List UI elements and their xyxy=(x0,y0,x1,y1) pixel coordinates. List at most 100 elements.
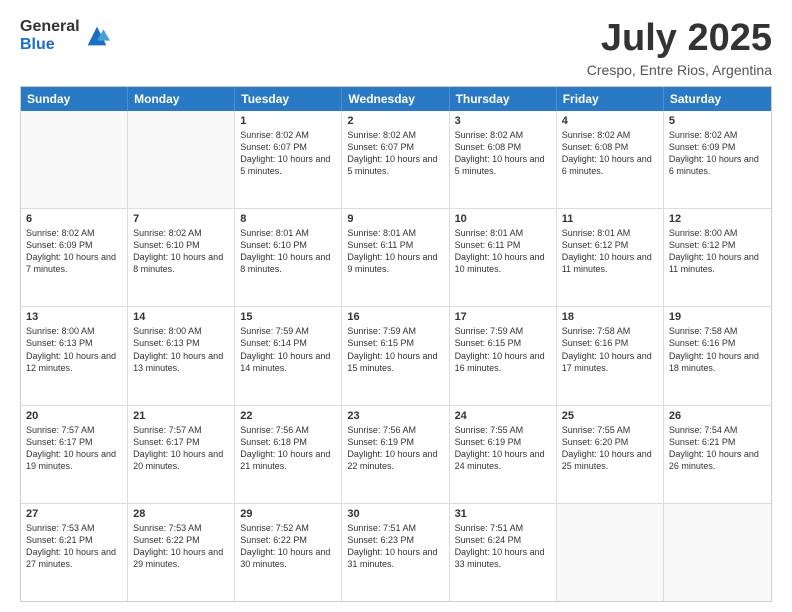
day-number-31: 31 xyxy=(455,508,551,520)
cell-3: 3Sunrise: 8:02 AM Sunset: 6:08 PM Daylig… xyxy=(450,111,557,208)
day-info-18: Sunrise: 7:58 AM Sunset: 6:16 PM Dayligh… xyxy=(562,325,658,374)
day-info-25: Sunrise: 7:55 AM Sunset: 6:20 PM Dayligh… xyxy=(562,424,658,473)
day-info-17: Sunrise: 7:59 AM Sunset: 6:15 PM Dayligh… xyxy=(455,325,551,374)
day-number-25: 25 xyxy=(562,410,658,422)
calendar-header: Sunday Monday Tuesday Wednesday Thursday… xyxy=(21,87,771,111)
day-info-23: Sunrise: 7:56 AM Sunset: 6:19 PM Dayligh… xyxy=(347,424,443,473)
cell-4: 4 Sunrise: 8:02 AM Sunset: 6:08 PM Daylig… xyxy=(557,111,664,208)
cell-30: 30 Sunrise: 7:51 AM Sunset: 6:23 PM Dayli… xyxy=(342,504,449,601)
page: General Blue July 2025 Crespo, Entre Rio… xyxy=(0,0,792,612)
day-number-21: 21 xyxy=(133,410,229,422)
logo-icon xyxy=(83,22,111,50)
day-info-31: Sunrise: 7:51 AM Sunset: 6:24 PM Dayligh… xyxy=(455,522,551,571)
calendar-row-0: 1 Sunrise: 8:02 AM Sunset: 6:07 PM Daylig… xyxy=(21,111,771,208)
day-number-4: 4 xyxy=(562,115,658,127)
day-info-10: Sunrise: 8:01 AM Sunset: 6:11 PM Dayligh… xyxy=(455,227,551,276)
day-number-20: 20 xyxy=(26,410,122,422)
location: Crespo, Entre Rios, Argentina xyxy=(587,62,772,78)
cell-20: 20 Sunrise: 7:57 AM Sunset: 6:17 PM Dayli… xyxy=(21,406,128,503)
day-number-27: 27 xyxy=(26,508,122,520)
title-block: July 2025 Crespo, Entre Rios, Argentina xyxy=(587,18,772,78)
header-monday: Monday xyxy=(128,87,235,111)
day-number-10: 10 xyxy=(455,213,551,225)
cell-23: 23 Sunrise: 7:56 AM Sunset: 6:19 PM Dayli… xyxy=(342,406,449,503)
month-year: July 2025 xyxy=(587,18,772,60)
header-tuesday: Tuesday xyxy=(235,87,342,111)
day-info-4: Sunrise: 8:02 AM Sunset: 6:08 PM Dayligh… xyxy=(562,129,658,178)
day-number-8: 8 xyxy=(240,213,336,225)
header-sunday: Sunday xyxy=(21,87,128,111)
cell-2: 2 Sunrise: 8:02 AM Sunset: 6:07 PM Daylig… xyxy=(342,111,449,208)
day-number-16: 16 xyxy=(347,311,443,323)
cell-15: 15 Sunrise: 7:59 AM Sunset: 6:14 PM Dayli… xyxy=(235,307,342,404)
cell-9: 9Sunrise: 8:01 AM Sunset: 6:11 PM Daylig… xyxy=(342,209,449,306)
day-number-22: 22 xyxy=(240,410,336,422)
day-info-12: Sunrise: 8:00 AM Sunset: 6:12 PM Dayligh… xyxy=(669,227,766,276)
cell-16: 16 Sunrise: 7:59 AM Sunset: 6:15 PM Dayli… xyxy=(342,307,449,404)
header-friday: Friday xyxy=(557,87,664,111)
day-number-30: 30 xyxy=(347,508,443,520)
day-number-13: 13 xyxy=(26,311,122,323)
cell-19: 19Sunrise: 7:58 AM Sunset: 6:16 PM Dayli… xyxy=(664,307,771,404)
day-info-1: Sunrise: 8:02 AM Sunset: 6:07 PM Dayligh… xyxy=(240,129,336,178)
cell-17: 17 Sunrise: 7:59 AM Sunset: 6:15 PM Dayli… xyxy=(450,307,557,404)
header-thursday: Thursday xyxy=(450,87,557,111)
header-saturday: Saturday xyxy=(664,87,771,111)
cell-12: 12 Sunrise: 8:00 AM Sunset: 6:12 PM Dayli… xyxy=(664,209,771,306)
calendar: Sunday Monday Tuesday Wednesday Thursday… xyxy=(20,86,772,602)
day-number-18: 18 xyxy=(562,311,658,323)
cell-empty-0-1 xyxy=(128,111,235,208)
cell-empty-4-6 xyxy=(664,504,771,601)
calendar-row-4: 27 Sunrise: 7:53 AM Sunset: 6:21 PM Dayli… xyxy=(21,503,771,601)
cell-25: 25 Sunrise: 7:55 AM Sunset: 6:20 PM Dayli… xyxy=(557,406,664,503)
cell-1: 1 Sunrise: 8:02 AM Sunset: 6:07 PM Daylig… xyxy=(235,111,342,208)
day-info-27: Sunrise: 7:53 AM Sunset: 6:21 PM Dayligh… xyxy=(26,522,122,571)
logo: General Blue xyxy=(20,18,111,53)
day-info-28: Sunrise: 7:53 AM Sunset: 6:22 PM Dayligh… xyxy=(133,522,229,571)
cell-22: 22Sunrise: 7:56 AM Sunset: 6:18 PM Dayli… xyxy=(235,406,342,503)
day-number-17: 17 xyxy=(455,311,551,323)
day-number-14: 14 xyxy=(133,311,229,323)
cell-empty-4-5 xyxy=(557,504,664,601)
day-number-12: 12 xyxy=(669,213,766,225)
day-number-7: 7 xyxy=(133,213,229,225)
day-number-1: 1 xyxy=(240,115,336,127)
day-info-8: Sunrise: 8:01 AM Sunset: 6:10 PM Dayligh… xyxy=(240,227,336,276)
day-info-15: Sunrise: 7:59 AM Sunset: 6:14 PM Dayligh… xyxy=(240,325,336,374)
day-number-29: 29 xyxy=(240,508,336,520)
day-info-24: Sunrise: 7:55 AM Sunset: 6:19 PM Dayligh… xyxy=(455,424,551,473)
day-info-30: Sunrise: 7:51 AM Sunset: 6:23 PM Dayligh… xyxy=(347,522,443,571)
day-info-5: Sunrise: 8:02 AM Sunset: 6:09 PM Dayligh… xyxy=(669,129,766,178)
cell-14: 14Sunrise: 8:00 AM Sunset: 6:13 PM Dayli… xyxy=(128,307,235,404)
calendar-row-1: 6 Sunrise: 8:02 AM Sunset: 6:09 PM Daylig… xyxy=(21,208,771,306)
day-info-2: Sunrise: 8:02 AM Sunset: 6:07 PM Dayligh… xyxy=(347,129,443,178)
day-info-6: Sunrise: 8:02 AM Sunset: 6:09 PM Dayligh… xyxy=(26,227,122,276)
logo-blue: Blue xyxy=(20,36,55,53)
cell-29: 29Sunrise: 7:52 AM Sunset: 6:22 PM Dayli… xyxy=(235,504,342,601)
day-number-3: 3 xyxy=(455,115,551,127)
day-number-6: 6 xyxy=(26,213,122,225)
day-number-23: 23 xyxy=(347,410,443,422)
logo-general: General xyxy=(20,18,80,35)
day-number-5: 5 xyxy=(669,115,766,127)
cell-11: 11Sunrise: 8:01 AM Sunset: 6:12 PM Dayli… xyxy=(557,209,664,306)
calendar-row-2: 13Sunrise: 8:00 AM Sunset: 6:13 PM Dayli… xyxy=(21,306,771,404)
cell-24: 24Sunrise: 7:55 AM Sunset: 6:19 PM Dayli… xyxy=(450,406,557,503)
cell-27: 27 Sunrise: 7:53 AM Sunset: 6:21 PM Dayli… xyxy=(21,504,128,601)
cell-13: 13Sunrise: 8:00 AM Sunset: 6:13 PM Dayli… xyxy=(21,307,128,404)
day-number-15: 15 xyxy=(240,311,336,323)
cell-18: 18 Sunrise: 7:58 AM Sunset: 6:16 PM Dayli… xyxy=(557,307,664,404)
cell-8: 8 Sunrise: 8:01 AM Sunset: 6:10 PM Daylig… xyxy=(235,209,342,306)
day-number-2: 2 xyxy=(347,115,443,127)
day-info-20: Sunrise: 7:57 AM Sunset: 6:17 PM Dayligh… xyxy=(26,424,122,473)
day-info-7: Sunrise: 8:02 AM Sunset: 6:10 PM Dayligh… xyxy=(133,227,229,276)
cell-6: 6 Sunrise: 8:02 AM Sunset: 6:09 PM Daylig… xyxy=(21,209,128,306)
cell-31: 31 Sunrise: 7:51 AM Sunset: 6:24 PM Dayli… xyxy=(450,504,557,601)
header: General Blue July 2025 Crespo, Entre Rio… xyxy=(20,18,772,78)
day-info-16: Sunrise: 7:59 AM Sunset: 6:15 PM Dayligh… xyxy=(347,325,443,374)
cell-empty-0-0 xyxy=(21,111,128,208)
calendar-row-3: 20 Sunrise: 7:57 AM Sunset: 6:17 PM Dayli… xyxy=(21,405,771,503)
day-info-9: Sunrise: 8:01 AM Sunset: 6:11 PM Dayligh… xyxy=(347,227,443,276)
cell-7: 7 Sunrise: 8:02 AM Sunset: 6:10 PM Daylig… xyxy=(128,209,235,306)
day-number-19: 19 xyxy=(669,311,766,323)
